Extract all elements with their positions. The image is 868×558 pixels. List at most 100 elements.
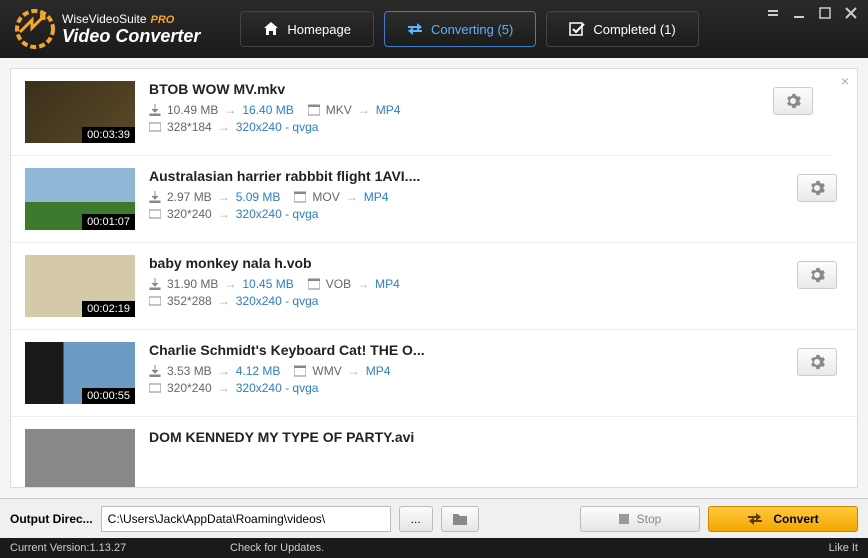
brand-line2: Video Converter xyxy=(62,26,200,47)
minimize-button[interactable] xyxy=(792,6,806,20)
list-item[interactable]: 00:01:07 Australasian harrier rabbbit fl… xyxy=(11,156,857,243)
converting-icon xyxy=(407,21,423,37)
format-icon xyxy=(308,104,320,116)
format-icon xyxy=(308,278,320,290)
size-icon xyxy=(149,104,161,116)
size-icon xyxy=(149,278,161,290)
resolution-icon xyxy=(149,208,161,220)
open-folder-button[interactable] xyxy=(441,506,479,532)
tab-label: Completed (1) xyxy=(593,22,675,37)
arrow-icon: → xyxy=(218,381,230,395)
home-icon xyxy=(263,21,279,37)
list-item[interactable]: DOM KENNEDY MY TYPE OF PARTY.avi xyxy=(11,417,857,488)
size-dst: 4.12 MB xyxy=(236,364,281,378)
close-list-icon[interactable]: × xyxy=(833,69,857,93)
check-updates-link[interactable]: Check for Updates. xyxy=(230,542,798,554)
tab-homepage[interactable]: Homepage xyxy=(240,11,374,47)
video-title: Australasian harrier rabbbit flight 1AVI… xyxy=(149,168,843,184)
list-item[interactable]: 00:02:19 baby monkey nala h.vob 31.90 MB… xyxy=(11,243,857,330)
list-item[interactable]: 00:03:39 BTOB WOW MV.mkv 10.49 MB → 16.4… xyxy=(11,69,833,156)
arrow-icon: → xyxy=(358,103,370,117)
convert-icon xyxy=(747,512,763,526)
conversion-list: × 00:03:39 BTOB WOW MV.mkv 10.49 MB → 16… xyxy=(10,68,858,488)
size-icon xyxy=(149,365,161,377)
video-duration: 00:00:55 xyxy=(82,388,135,404)
convert-button[interactable]: Convert xyxy=(708,506,858,532)
compact-icon[interactable] xyxy=(766,6,780,20)
logo-icon xyxy=(14,8,56,50)
format-src: VOB xyxy=(326,277,351,291)
res-dst: 320x240 - qvga xyxy=(236,294,319,308)
video-title: DOM KENNEDY MY TYPE OF PARTY.avi xyxy=(149,429,843,445)
size-dst: 5.09 MB xyxy=(236,190,281,204)
res-dst: 320x240 - qvga xyxy=(236,120,319,134)
stop-icon xyxy=(619,514,629,524)
size-dst: 10.45 MB xyxy=(242,277,293,291)
arrow-icon: → xyxy=(348,364,360,378)
size-src: 10.49 MB xyxy=(167,103,218,117)
video-thumbnail: 00:02:19 xyxy=(25,255,135,317)
close-button[interactable] xyxy=(844,6,858,20)
tab-label: Homepage xyxy=(287,22,351,37)
resolution-icon xyxy=(149,121,161,133)
res-src: 320*240 xyxy=(167,381,212,395)
output-dir-input[interactable] xyxy=(101,506,391,532)
like-it-link[interactable]: Like It xyxy=(798,542,858,554)
item-settings-button[interactable] xyxy=(797,348,837,376)
gear-icon xyxy=(785,93,801,109)
res-dst: 320x240 - qvga xyxy=(236,207,319,221)
completed-icon xyxy=(569,21,585,37)
maximize-button[interactable] xyxy=(818,6,832,20)
arrow-icon: → xyxy=(218,120,230,134)
folder-icon xyxy=(452,512,468,526)
video-title: BTOB WOW MV.mkv xyxy=(149,81,819,97)
tab-completed[interactable]: Completed (1) xyxy=(546,11,698,47)
tab-converting[interactable]: Converting (5) xyxy=(384,11,536,47)
video-thumbnail: 00:03:39 xyxy=(25,81,135,143)
format-dst: MP4 xyxy=(376,103,401,117)
stop-button[interactable]: Stop xyxy=(580,506,700,532)
res-dst: 320x240 - qvga xyxy=(236,381,319,395)
brand-line1: WiseVideoSuite xyxy=(62,12,147,26)
size-src: 3.53 MB xyxy=(167,364,212,378)
video-duration: 00:02:19 xyxy=(82,301,135,317)
resolution-icon xyxy=(149,295,161,307)
browse-button[interactable]: ... xyxy=(399,506,433,532)
gear-icon xyxy=(809,354,825,370)
item-settings-button[interactable] xyxy=(773,87,813,115)
version-text: Current Version:1.13.27 xyxy=(10,542,230,554)
video-thumbnail xyxy=(25,429,135,488)
res-src: 328*184 xyxy=(167,120,212,134)
format-icon xyxy=(294,365,306,377)
gear-icon xyxy=(809,267,825,283)
resolution-icon xyxy=(149,382,161,394)
convert-label: Convert xyxy=(773,512,818,526)
size-src: 2.97 MB xyxy=(167,190,212,204)
video-thumbnail: 00:01:07 xyxy=(25,168,135,230)
video-title: Charlie Schmidt's Keyboard Cat! THE O... xyxy=(149,342,843,358)
format-dst: MP4 xyxy=(375,277,400,291)
format-dst: MP4 xyxy=(364,190,389,204)
item-settings-button[interactable] xyxy=(797,261,837,289)
size-icon xyxy=(149,191,161,203)
item-settings-button[interactable] xyxy=(797,174,837,202)
arrow-icon: → xyxy=(218,364,230,378)
format-src: MOV xyxy=(312,190,339,204)
arrow-icon: → xyxy=(218,294,230,308)
res-src: 320*240 xyxy=(167,207,212,221)
video-thumbnail: 00:00:55 xyxy=(25,342,135,404)
list-item[interactable]: 00:00:55 Charlie Schmidt's Keyboard Cat!… xyxy=(11,330,857,417)
size-dst: 16.40 MB xyxy=(242,103,293,117)
size-src: 31.90 MB xyxy=(167,277,218,291)
arrow-icon: → xyxy=(224,277,236,291)
format-src: MKV xyxy=(326,103,352,117)
stop-label: Stop xyxy=(637,512,662,526)
format-src: WMV xyxy=(312,364,341,378)
output-dir-label: Output Direc... xyxy=(10,512,93,526)
res-src: 352*288 xyxy=(167,294,212,308)
tab-label: Converting (5) xyxy=(431,22,513,37)
arrow-icon: → xyxy=(346,190,358,204)
app-logo: WiseVideoSuitePRO Video Converter xyxy=(14,8,200,50)
arrow-icon: → xyxy=(224,103,236,117)
arrow-icon: → xyxy=(357,277,369,291)
